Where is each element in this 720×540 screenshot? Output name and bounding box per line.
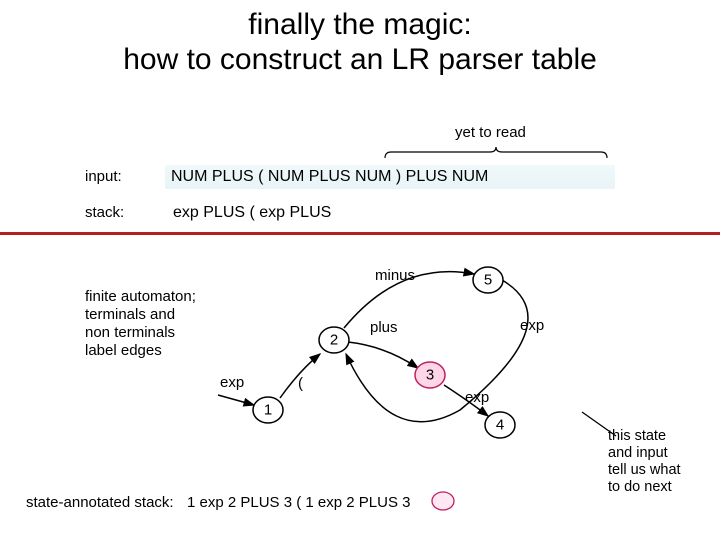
title-line-1: finally the magic: xyxy=(248,8,471,41)
edge-label-exp5: exp xyxy=(520,317,544,334)
highlight-oval-icon xyxy=(431,491,455,511)
state-note: this state and input tell us what to do … xyxy=(608,428,718,496)
automaton-diagram: exp ( plus minus exp exp 1 2 3 4 5 xyxy=(230,250,590,470)
state-annotated-stack-label: state-annotated stack: xyxy=(26,494,174,511)
yet-to-read-label: yet to read xyxy=(455,124,526,141)
stack-label: stack: xyxy=(85,204,124,221)
note-text: this state and input tell us what to do … xyxy=(608,428,681,495)
node-3-label: 3 xyxy=(426,367,434,384)
edge-label-plus: plus xyxy=(370,319,398,336)
title-line-2: how to construct an LR parser table xyxy=(123,43,597,76)
node-4-label: 4 xyxy=(496,417,504,434)
slide-title: finally the magic: how to construct an L… xyxy=(0,0,720,77)
input-label: input: xyxy=(85,168,122,185)
node-1-label: 1 xyxy=(264,402,272,419)
state-annotated-stack-text: 1 exp 2 PLUS 3 ( 1 exp 2 PLUS 3 xyxy=(187,494,410,511)
edge-label-lparen: ( xyxy=(298,375,303,392)
automaton-description: finite automaton; terminals and non term… xyxy=(85,288,215,360)
edge-label-minus: minus xyxy=(375,267,415,284)
node-2-label: 2 xyxy=(330,332,338,349)
edge-label-exp-in: exp xyxy=(220,374,244,391)
edge-label-exp34: exp xyxy=(465,389,489,406)
desc-l1: finite automaton; terminals and non term… xyxy=(85,288,196,359)
node-5-label: 5 xyxy=(484,272,492,289)
input-text: NUM PLUS ( NUM PLUS NUM ) PLUS NUM xyxy=(165,165,615,189)
divider xyxy=(0,232,720,235)
stack-text: exp PLUS ( exp PLUS xyxy=(173,204,331,222)
curly-brace-icon xyxy=(383,146,609,160)
